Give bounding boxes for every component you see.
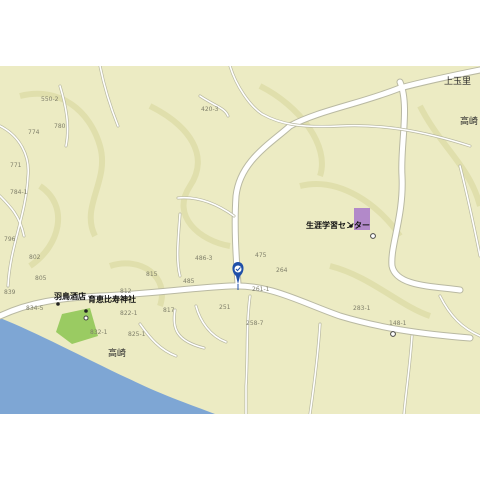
parcel-number: 258-7 xyxy=(246,320,264,327)
parcel-number: 264 xyxy=(276,267,288,274)
parcel-number: 805 xyxy=(35,275,47,282)
parcel-number: 486-3 xyxy=(195,255,213,262)
parcel-number: 148-1 xyxy=(389,320,407,327)
parcel-number: 796 xyxy=(4,236,16,243)
poi-label-shrine[interactable]: 育恵比寿神社 xyxy=(88,296,136,304)
parcel-number: 774 xyxy=(28,129,40,136)
parcel-number: 834-5 xyxy=(26,305,44,312)
parcel-number: 812 xyxy=(120,288,132,295)
poi-label-learning-center[interactable]: 生涯学習センター xyxy=(306,222,370,230)
map-canvas xyxy=(0,66,480,414)
poi-label-liquor-store[interactable]: 羽鳥酒店 xyxy=(54,293,86,301)
parcel-number: 784-1 xyxy=(10,189,28,196)
facility-ring-icon-2 xyxy=(390,331,396,337)
parcel-number: 283-1 xyxy=(353,305,371,312)
parcel-number: 839 xyxy=(4,289,16,296)
parcel-number: 815 xyxy=(146,271,158,278)
parcel-number: 261-1 xyxy=(252,286,270,293)
map-view[interactable]: 上玉里 高崎 高崎 生涯学習センター 羽鳥酒店 育恵比寿神社 550-2 774… xyxy=(0,66,480,414)
shrine-dot xyxy=(84,309,88,313)
parcel-number: 825-1 xyxy=(128,331,146,338)
parcel-number: 475 xyxy=(255,252,267,259)
parcel-number: 822-1 xyxy=(120,310,138,317)
parcel-number: 485 xyxy=(183,278,195,285)
liquor-store-dot xyxy=(56,302,60,306)
parcel-number: 771 xyxy=(10,162,22,169)
parcel-number: 832-1 xyxy=(90,329,108,336)
place-label-takasaki-sw: 高崎 xyxy=(108,349,127,359)
parcel-number: 802 xyxy=(29,254,41,261)
place-label-takasaki-ne: 高崎 xyxy=(460,117,479,127)
place-label-kamitamari: 上玉里 xyxy=(444,77,472,87)
parcel-number: 780 xyxy=(54,123,66,130)
parcel-number: 420-3 xyxy=(201,106,219,113)
parcel-number: 550-2 xyxy=(41,96,59,103)
parcel-number: 817 xyxy=(163,307,175,314)
facility-ring-icon-3 xyxy=(83,315,89,321)
facility-ring-icon xyxy=(370,233,376,239)
parcel-number: 251 xyxy=(219,304,231,311)
